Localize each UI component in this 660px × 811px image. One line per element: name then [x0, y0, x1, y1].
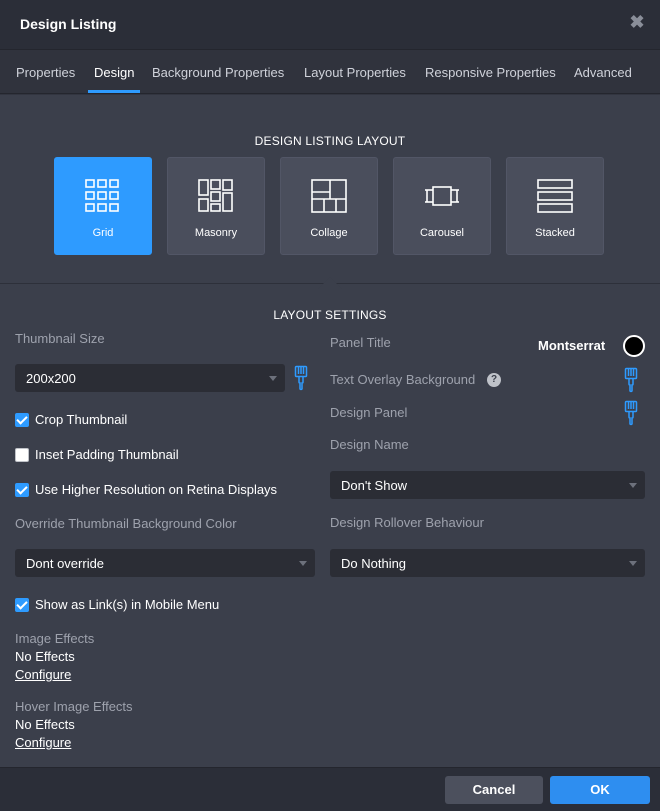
design-name-select[interactable]: Don't Show	[330, 471, 645, 499]
layout-option-label: Stacked	[535, 227, 575, 239]
crop-thumbnail-label: Crop Thumbnail	[35, 412, 128, 427]
design-name-label: Design Name	[330, 437, 409, 452]
retina-checkbox[interactable]	[15, 483, 29, 497]
title-bar: Design Listing ✖	[0, 0, 660, 50]
select-value: Dont override	[26, 556, 105, 571]
layout-settings: LAYOUT SETTINGS Thumbnail Size 200x200 C…	[0, 283, 660, 767]
tab-bar: Properties Design Background Properties …	[0, 50, 660, 94]
layout-option-label: Carousel	[419, 227, 465, 239]
rollover-label: Design Rollover Behaviour	[330, 515, 484, 530]
dialog-footer: Cancel OK	[0, 767, 660, 811]
paintbrush-icon[interactable]	[294, 365, 308, 391]
hover-effects-configure-link[interactable]: Configure	[15, 735, 71, 750]
close-icon[interactable]: ✖	[628, 13, 646, 31]
design-panel-label: Design Panel	[330, 405, 408, 420]
help-icon[interactable]: ?	[487, 373, 501, 387]
paintbrush-icon[interactable]	[624, 367, 638, 393]
chevron-down-icon	[269, 376, 277, 381]
cancel-button[interactable]: Cancel	[445, 776, 543, 804]
paintbrush-icon[interactable]	[624, 400, 638, 426]
select-value: Don't Show	[341, 478, 408, 493]
layout-heading: DESIGN LISTING LAYOUT	[254, 134, 406, 148]
mobile-menu-label: Show as Link(s) in Mobile Menu	[35, 597, 220, 612]
image-effects-value: No Effects	[15, 649, 75, 664]
design-listing-dialog: Design Listing ✖ Properties Design Backg…	[0, 0, 660, 811]
layout-picker: DESIGN LISTING LAYOUT Grid Masonry Colla…	[0, 95, 660, 283]
tab-advanced[interactable]: Advanced	[574, 65, 632, 80]
image-effects-label: Image Effects	[15, 631, 95, 646]
chevron-down-icon	[299, 561, 307, 566]
layout-option-collage[interactable]: Collage	[280, 157, 378, 255]
panel-title-font[interactable]: Montserrat	[538, 338, 605, 353]
tab-properties[interactable]: Properties	[16, 65, 75, 80]
layout-option-stacked[interactable]: Stacked	[506, 157, 604, 255]
inset-padding-label: Inset Padding Thumbnail	[35, 447, 179, 462]
layout-option-label: Grid	[92, 227, 114, 239]
thumbnail-size-label: Thumbnail Size	[15, 331, 105, 346]
collage-icon	[311, 179, 347, 213]
crop-thumbnail-checkbox[interactable]	[15, 413, 29, 427]
text-overlay-label: Text Overlay Background	[330, 372, 476, 387]
settings-heading: LAYOUT SETTINGS	[273, 308, 387, 322]
mobile-menu-checkbox[interactable]	[15, 598, 29, 612]
select-value: Do Nothing	[341, 556, 407, 571]
selected-layout-pointer	[318, 277, 342, 289]
layout-option-grid[interactable]: Grid	[54, 157, 152, 255]
layout-option-label: Collage	[310, 227, 348, 239]
override-bg-select[interactable]: Dont override	[15, 549, 315, 577]
tab-background-properties[interactable]: Background Properties	[152, 65, 284, 80]
masonry-icon	[198, 179, 233, 212]
dialog-title: Design Listing	[20, 16, 117, 32]
carousel-icon	[425, 186, 459, 206]
rollover-select[interactable]: Do Nothing	[330, 549, 645, 577]
tab-responsive-properties[interactable]: Responsive Properties	[425, 65, 556, 80]
ok-button[interactable]: OK	[550, 776, 650, 804]
chevron-down-icon	[629, 561, 637, 566]
tab-layout-properties[interactable]: Layout Properties	[304, 65, 406, 80]
panel-title-label: Panel Title	[330, 335, 391, 350]
active-tab-indicator	[88, 90, 140, 93]
select-value: 200x200	[26, 371, 76, 386]
layout-option-carousel[interactable]: Carousel	[393, 157, 491, 255]
panel-title-color-swatch[interactable]	[623, 335, 645, 357]
stacked-icon	[537, 179, 573, 213]
hover-effects-value: No Effects	[15, 717, 75, 732]
chevron-down-icon	[629, 483, 637, 488]
thumbnail-size-select[interactable]: 200x200	[15, 364, 285, 392]
layout-option-label: Masonry	[194, 227, 238, 239]
retina-label: Use Higher Resolution on Retina Displays	[35, 482, 278, 497]
inset-padding-checkbox[interactable]	[15, 448, 29, 462]
image-effects-configure-link[interactable]: Configure	[15, 667, 71, 682]
override-bg-label: Override Thumbnail Background Color	[15, 516, 237, 531]
layout-option-masonry[interactable]: Masonry	[167, 157, 265, 255]
tab-design[interactable]: Design	[94, 65, 134, 80]
grid-icon	[85, 179, 119, 212]
hover-effects-label: Hover Image Effects	[15, 699, 133, 714]
